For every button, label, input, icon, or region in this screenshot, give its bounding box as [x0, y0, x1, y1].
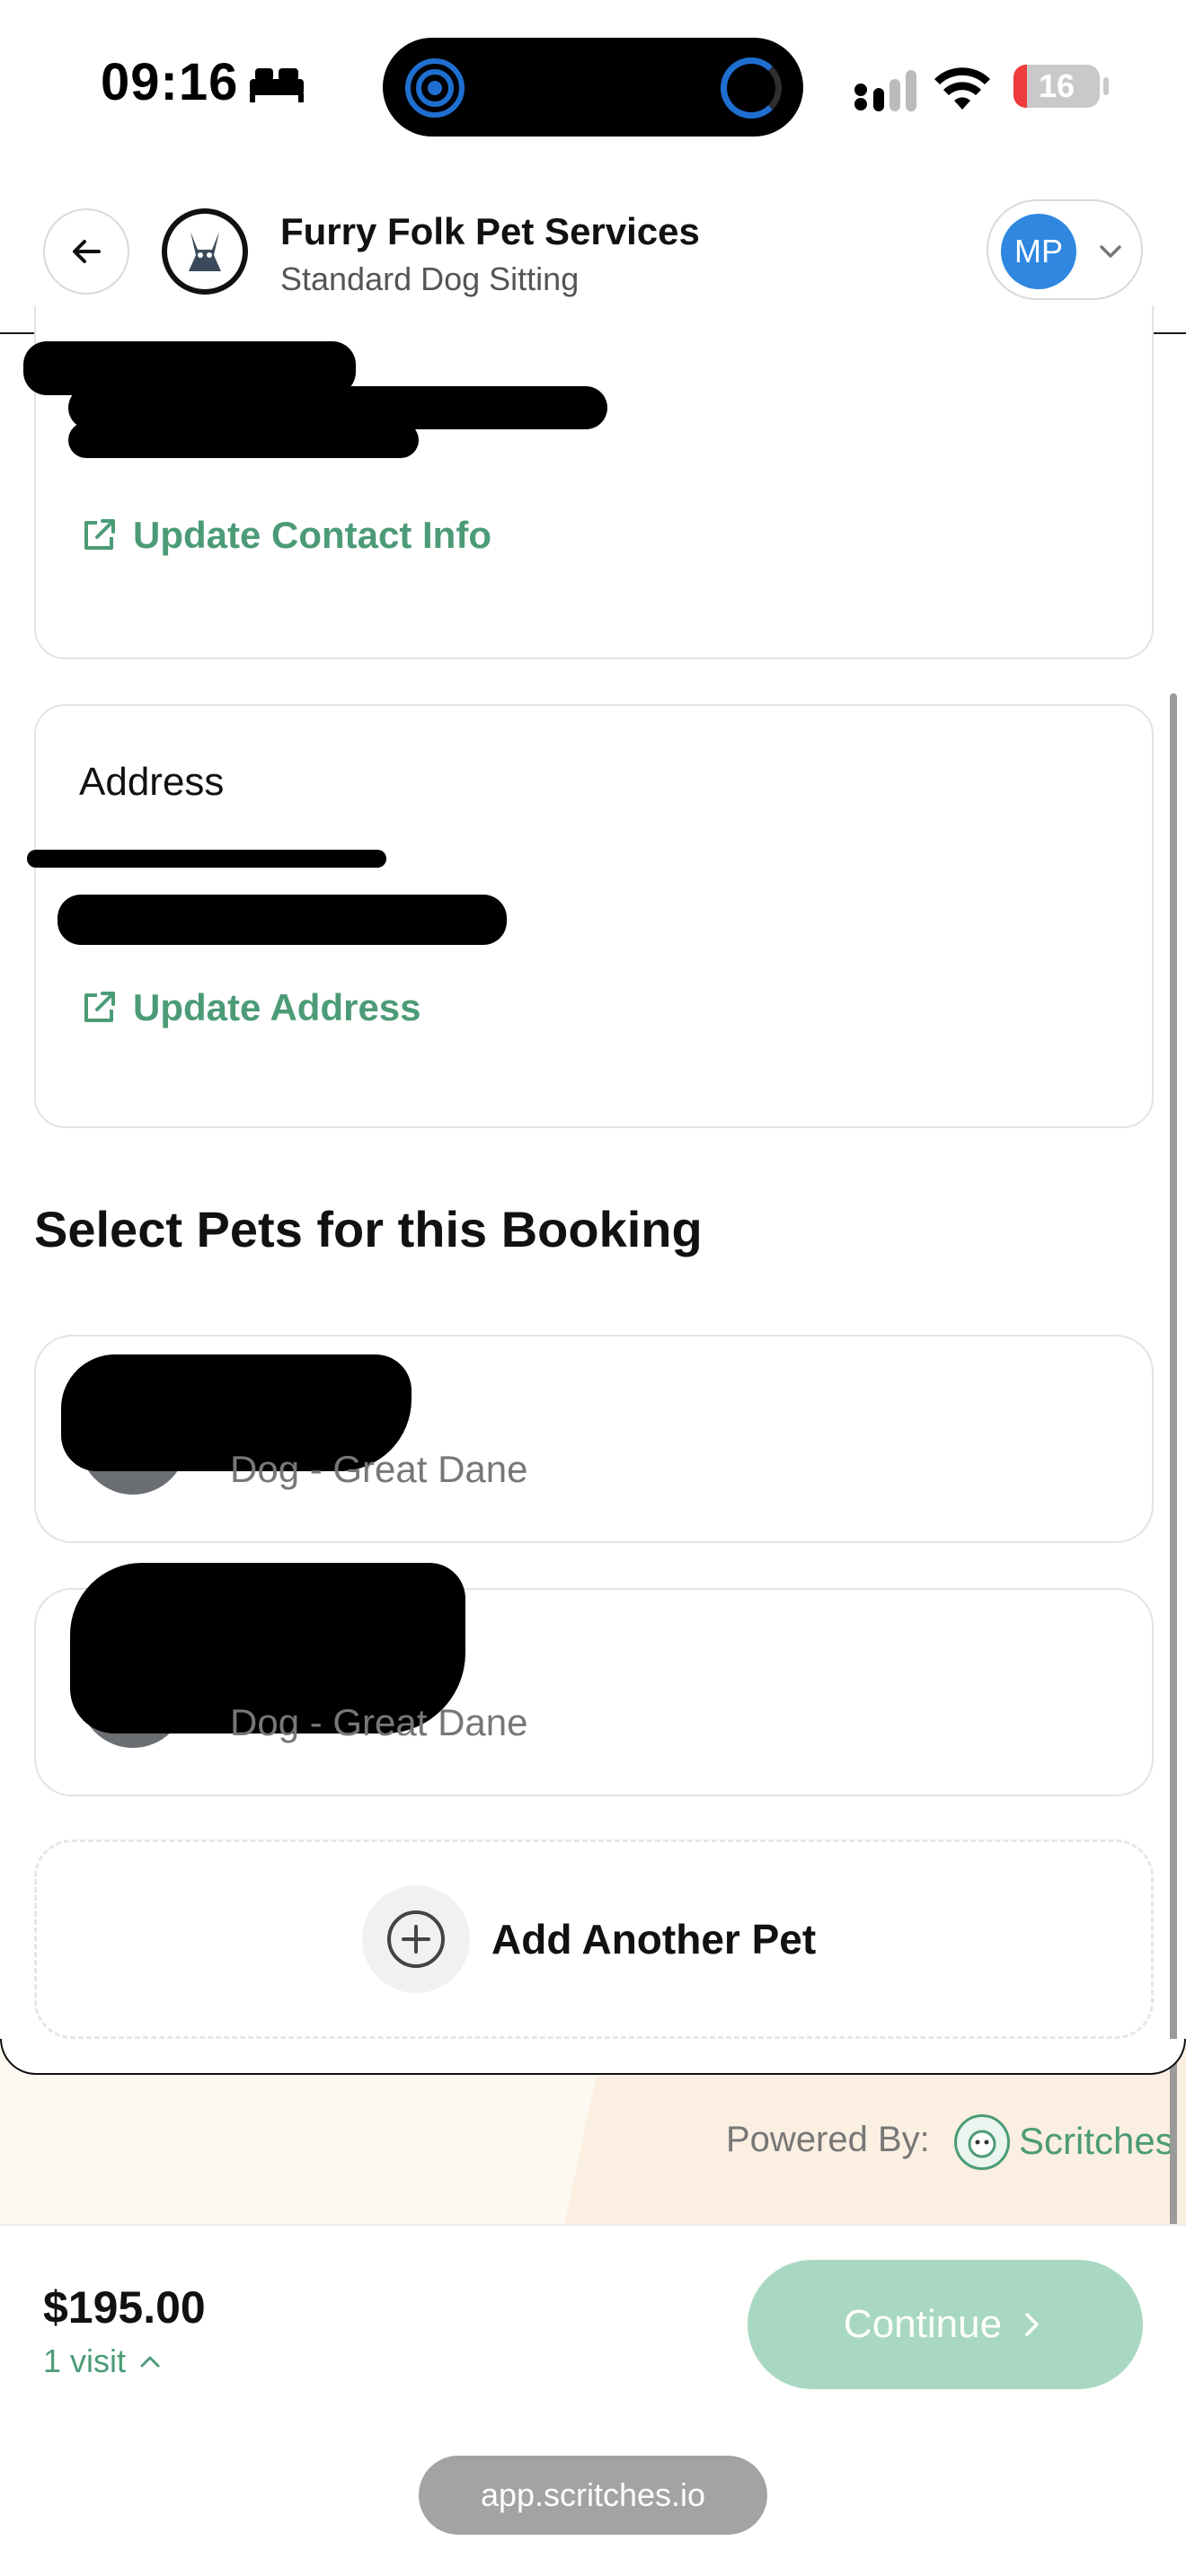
update-address-label: Update Address	[133, 986, 421, 1028]
dog-logo-icon	[189, 232, 221, 271]
contact-info-card: Update Contact Info	[23, 305, 1154, 659]
plus-circle-icon	[387, 1910, 445, 1968]
scritches-logo-icon	[954, 2114, 1010, 2170]
address-title: Address	[79, 760, 225, 804]
chevron-down-icon	[1100, 245, 1121, 258]
user-menu-button[interactable]: MP	[987, 199, 1143, 300]
continue-button[interactable]: Continue	[748, 2260, 1143, 2389]
plus-circle	[362, 1885, 470, 1993]
add-another-pet-label: Add Another Pet	[491, 1916, 817, 1963]
select-pets-heading: Select Pets for this Booking	[34, 1201, 703, 1257]
checkout-footer: $195.00 1 visit Continue app.scritches.i…	[0, 2224, 1186, 2576]
redacted-contact-phone	[68, 422, 419, 458]
status-bar: 09:16 16	[0, 0, 1186, 171]
pet-breed: Dog - Great Dane	[230, 1448, 528, 1490]
business-logo	[162, 208, 248, 295]
update-contact-info-label: Update Contact Info	[133, 514, 491, 556]
chevron-up-icon	[140, 2356, 160, 2368]
pet-option-1[interactable]: Dog - Great Dane	[34, 1335, 1154, 1543]
visits-toggle[interactable]: 1 visit	[43, 2342, 164, 2380]
signal-icon	[854, 70, 916, 111]
scritches-brand-link[interactable]: Scritches	[1019, 2120, 1174, 2163]
battery-percentage: 16	[1038, 67, 1075, 104]
scrollbar[interactable]	[1170, 693, 1177, 2396]
continue-label: Continue	[843, 2302, 1003, 2346]
back-button[interactable]	[43, 208, 129, 295]
pet-breed: Dog - Great Dane	[230, 1701, 528, 1743]
business-name: Furry Folk Pet Services	[280, 210, 700, 252]
dynamic-island	[383, 38, 803, 137]
airdrop-icon	[405, 58, 465, 118]
update-address-link[interactable]: Update Address	[79, 986, 421, 1029]
total-price: $195.00	[43, 2282, 206, 2333]
user-avatar: MP	[1001, 214, 1076, 289]
address-card: Address Update Address	[27, 704, 1154, 1128]
add-another-pet-button[interactable]: Add Another Pet	[34, 1839, 1154, 2039]
powered-by-label: Powered By:	[726, 2120, 930, 2159]
content-panel-edge	[0, 2039, 1186, 2075]
visits-label: 1 visit	[43, 2342, 127, 2379]
arrow-left-icon	[73, 240, 101, 263]
redacted-address-line-2	[58, 895, 507, 945]
external-link-icon	[84, 992, 115, 1022]
battery-tip	[1103, 77, 1109, 95]
chevron-right-icon	[1025, 2313, 1039, 2336]
service-name: Standard Dog Sitting	[280, 260, 580, 297]
browser-url-pill[interactable]: app.scritches.io	[419, 2456, 767, 2535]
update-contact-info-link[interactable]: Update Contact Info	[79, 514, 491, 557]
battery-indicator: 16	[1013, 65, 1100, 108]
activity-ring-icon	[721, 57, 782, 119]
wifi-icon	[934, 67, 990, 110]
dog-face-icon	[968, 2130, 996, 2158]
external-link-icon	[84, 519, 115, 550]
bed-icon	[250, 68, 304, 102]
pet-option-2[interactable]: Dog - Great Dane	[34, 1563, 1154, 1796]
redacted-address-line-1	[27, 850, 386, 868]
clock-time: 09:16	[101, 53, 239, 111]
